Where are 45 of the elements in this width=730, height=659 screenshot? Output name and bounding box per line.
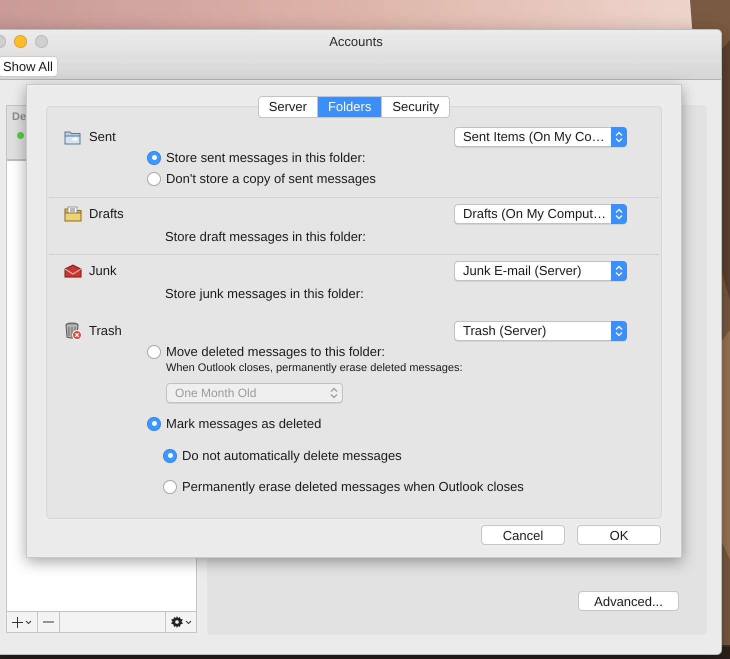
tab[interactable]: Security — [381, 97, 450, 117]
caret-icon — [184, 620, 192, 624]
folder-document-icon — [64, 206, 82, 222]
envelope-icon — [64, 264, 82, 278]
folder-label: Drafts — [89, 205, 125, 224]
folder-dropdown[interactable]: Sent Items (On My Co… — [454, 127, 627, 147]
up-down-chevron-icon — [330, 387, 338, 399]
trash-can-icon — [64, 322, 82, 340]
radio-button[interactable] — [163, 448, 177, 462]
folder-dropdown[interactable]: Drafts (On My Comput… — [454, 204, 627, 224]
minimize-icon[interactable] — [14, 35, 27, 48]
up-down-chevron-icon — [615, 208, 623, 220]
folder-label: Junk — [89, 262, 118, 280]
up-down-chevron-icon — [615, 265, 623, 277]
dialog-button[interactable]: OK — [577, 525, 661, 545]
folder-description: Store draft messages in this folder: — [165, 228, 366, 246]
plus-icon — [12, 616, 23, 628]
dialog-button[interactable]: Cancel — [481, 525, 565, 545]
radio-button[interactable] — [147, 172, 161, 186]
advanced-button[interactable]: Advanced... — [578, 591, 679, 611]
radio-label: Permanently erase deleted messages when Outlook closes — [182, 478, 524, 496]
folder-dropdown[interactable]: Trash (Server) — [454, 321, 627, 341]
radio-button[interactable] — [147, 416, 161, 430]
show-all-button[interactable]: Show All — [0, 56, 58, 77]
radio-button[interactable] — [147, 150, 161, 164]
option-hint: When Outlook closes, permanently erase deleted messages: — [165, 362, 464, 375]
settings-icon — [170, 616, 182, 628]
folder-description: Store junk messages in this folder: — [165, 285, 364, 304]
caret-icon — [25, 620, 32, 624]
radio-label: Do not automatically delete messages — [182, 446, 402, 465]
radio-button[interactable] — [163, 480, 177, 494]
folder-arrow-icon — [64, 130, 82, 144]
column-header: De — [12, 110, 28, 125]
radio-label: Don't store a copy of sent messages — [166, 170, 376, 188]
folder-label: Trash — [89, 322, 123, 340]
radio-label: Mark messages as deleted — [166, 414, 322, 433]
folder-label: Sent — [89, 128, 117, 146]
radio-label: Move deleted messages to this folder: — [166, 342, 385, 361]
radio-label: Store sent messages in this folder: — [166, 148, 366, 167]
folder-dropdown[interactable]: Junk E-mail (Server) — [454, 261, 627, 281]
radio-button[interactable] — [147, 344, 161, 358]
up-down-chevron-icon — [615, 325, 623, 337]
minus-icon — [43, 621, 54, 623]
up-down-chevron-icon — [615, 131, 623, 143]
window-title: Accounts — [329, 33, 383, 52]
